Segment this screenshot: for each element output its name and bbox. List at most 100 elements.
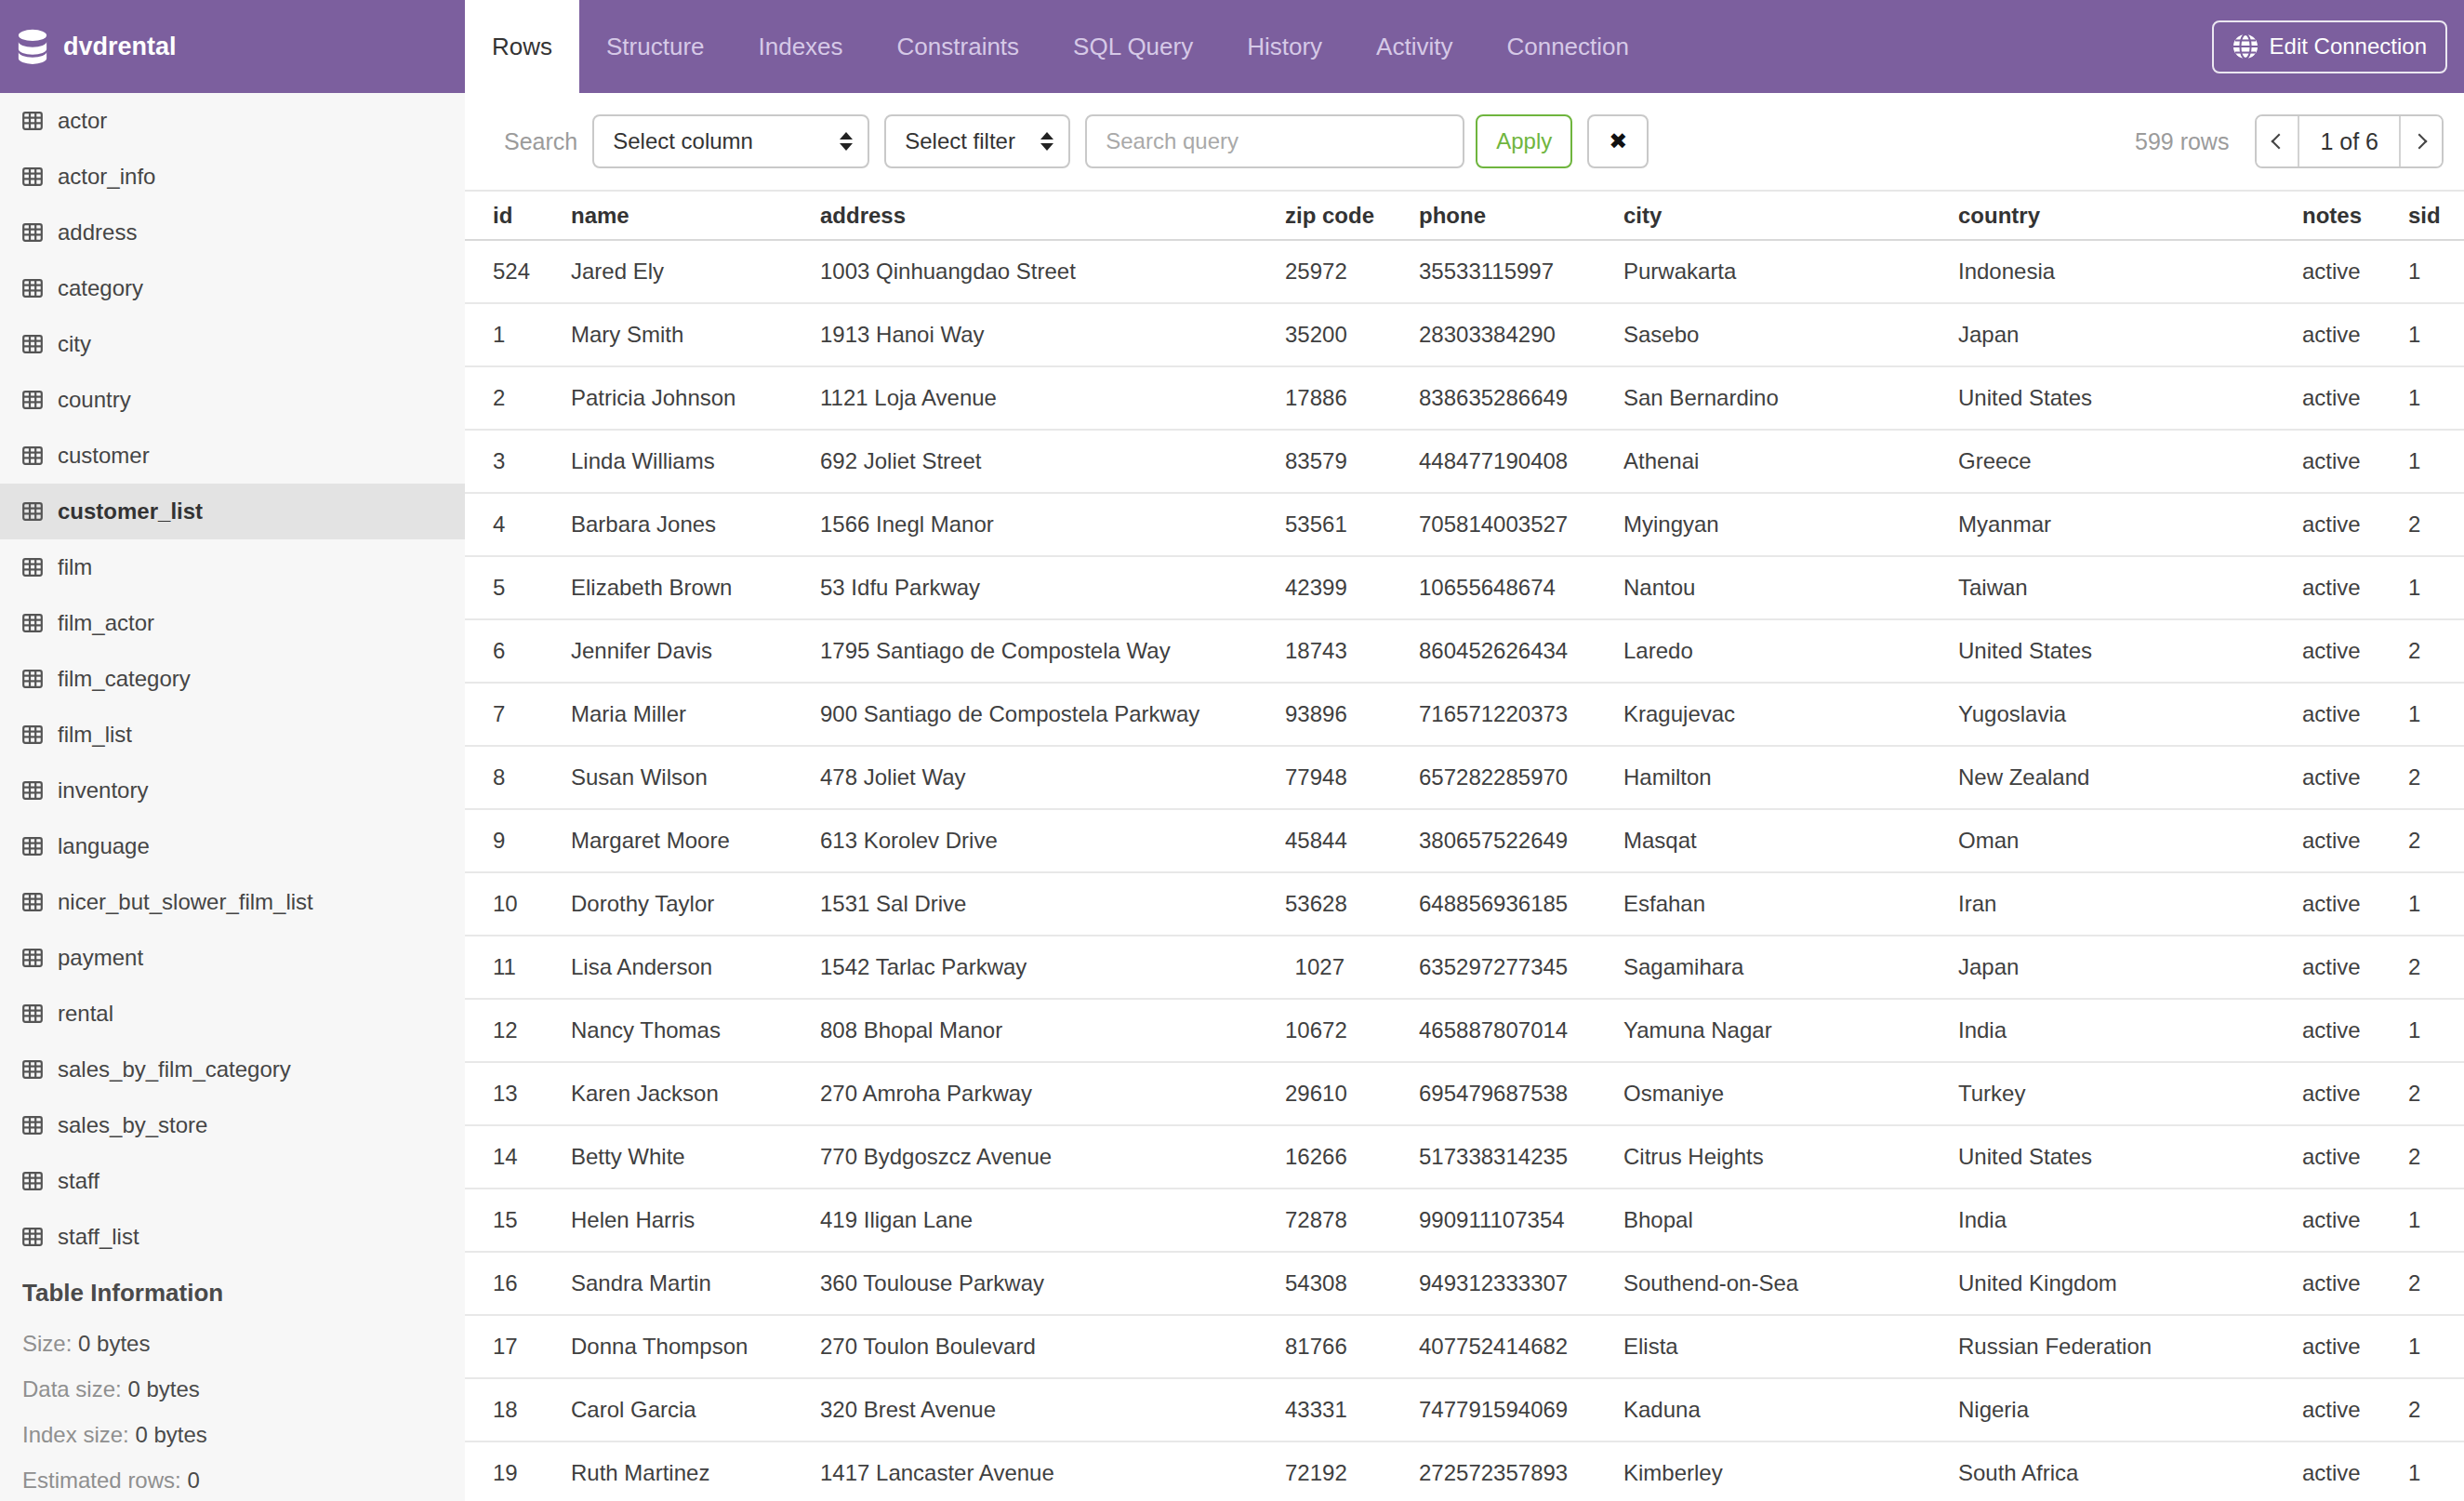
cell-zip-code: 16266: [1285, 1125, 1419, 1189]
sidebar-table-address[interactable]: address: [0, 205, 465, 260]
cell-country: Myanmar: [1958, 493, 2302, 556]
previous-page-button[interactable]: [2257, 116, 2298, 166]
cell-notes: active: [2302, 1378, 2408, 1441]
table-row[interactable]: 5Elizabeth Brown53 Idfu Parkway423991065…: [465, 556, 2464, 619]
table-row[interactable]: 1Mary Smith1913 Hanoi Way352002830338429…: [465, 303, 2464, 366]
cell-notes: active: [2302, 999, 2408, 1062]
sidebar-table-customer[interactable]: customer: [0, 428, 465, 484]
cell-name: Ruth Martinez: [571, 1441, 820, 1501]
sidebar-table-city[interactable]: city: [0, 316, 465, 372]
sidebar-table-film_actor[interactable]: film_actor: [0, 595, 465, 651]
cell-notes: active: [2302, 1062, 2408, 1125]
table-icon: [22, 837, 43, 856]
app-window: dvdrental RowsStructureIndexesConstraint…: [0, 0, 2464, 1501]
cell-id: 3: [465, 430, 571, 493]
table-row[interactable]: 524Jared Ely1003 Qinhuangdao Street25972…: [465, 240, 2464, 303]
table-row[interactable]: 7Maria Miller900 Santiago de Compostela …: [465, 683, 2464, 746]
sidebar-table-staff[interactable]: staff: [0, 1153, 465, 1209]
table-information-panel: Table Information Size: 0 bytesData size…: [0, 1274, 465, 1501]
cell-zip-code: 42399: [1285, 556, 1419, 619]
table-icon: [22, 1228, 43, 1246]
tab-bar: RowsStructureIndexesConstraintsSQL Query…: [465, 0, 1656, 93]
table-row[interactable]: 19Ruth Martinez1417 Lancaster Avenue7219…: [465, 1441, 2464, 1501]
tab-constraints[interactable]: Constraints: [870, 0, 1047, 93]
page-indicator: 1 of 6: [2298, 116, 2401, 166]
table-info-row: Size: 0 bytes: [22, 1321, 465, 1366]
cell-notes: active: [2302, 1315, 2408, 1378]
table-icon: [22, 558, 43, 577]
cell-name: Sandra Martin: [571, 1252, 820, 1315]
cell-country: United Kingdom: [1958, 1252, 2302, 1315]
cell-country: Japan: [1958, 303, 2302, 366]
cell-address: 1566 Inegl Manor: [820, 493, 1285, 556]
table-row[interactable]: 2Patricia Johnson1121 Loja Avenue1788683…: [465, 366, 2464, 430]
tab-sql-query[interactable]: SQL Query: [1046, 0, 1220, 93]
table-info-row: Data size: 0 bytes: [22, 1366, 465, 1412]
cell-address: 1795 Santiago de Compostela Way: [820, 619, 1285, 683]
cell-name: Barbara Jones: [571, 493, 820, 556]
sidebar-table-staff_list[interactable]: staff_list: [0, 1209, 465, 1265]
cell-notes: active: [2302, 746, 2408, 809]
tab-history[interactable]: History: [1220, 0, 1349, 93]
cell-id: 10: [465, 872, 571, 936]
tab-connection[interactable]: Connection: [1479, 0, 1656, 93]
cell-name: Jennifer Davis: [571, 619, 820, 683]
table-row[interactable]: 6Jennifer Davis1795 Santiago de Composte…: [465, 619, 2464, 683]
table-row[interactable]: 11Lisa Anderson1542 Tarlac Parkway102763…: [465, 936, 2464, 999]
cell-notes: active: [2302, 619, 2408, 683]
cell-id: 19: [465, 1441, 571, 1501]
clear-search-button[interactable]: ✖: [1587, 114, 1649, 168]
sidebar-table-nicer_but_slower_film_list[interactable]: nicer_but_slower_film_list: [0, 874, 465, 930]
sidebar-table-rental[interactable]: rental: [0, 986, 465, 1042]
sidebar-table-film_list[interactable]: film_list: [0, 707, 465, 763]
sidebar-table-sales_by_store[interactable]: sales_by_store: [0, 1097, 465, 1153]
table-row[interactable]: 15Helen Harris419 Iligan Lane72878990911…: [465, 1189, 2464, 1252]
tab-activity[interactable]: Activity: [1349, 0, 1479, 93]
cell-notes: active: [2302, 1125, 2408, 1189]
table-row[interactable]: 8Susan Wilson478 Joliet Way7794865728228…: [465, 746, 2464, 809]
table-row[interactable]: 16Sandra Martin360 Toulouse Parkway54308…: [465, 1252, 2464, 1315]
database-title: dvdrental: [63, 33, 177, 61]
apply-button[interactable]: Apply: [1476, 114, 1572, 168]
cell-sid: 1: [2408, 1315, 2464, 1378]
row-count: 599 rows: [2135, 128, 2229, 155]
cell-name: Elizabeth Brown: [571, 556, 820, 619]
sidebar-table-film_category[interactable]: film_category: [0, 651, 465, 707]
cell-notes: active: [2302, 366, 2408, 430]
data-table: idnameaddresszip codephonecitycountrynot…: [465, 192, 2464, 1501]
cell-city: Esfahan: [1623, 872, 1958, 936]
sidebar-table-payment[interactable]: payment: [0, 930, 465, 986]
table-row[interactable]: 9Margaret Moore613 Korolev Drive45844380…: [465, 809, 2464, 872]
tab-structure[interactable]: Structure: [579, 0, 732, 93]
table-row[interactable]: 10Dorothy Taylor1531 Sal Drive5362864885…: [465, 872, 2464, 936]
table-row[interactable]: 14Betty White770 Bydgoszcz Avenue1626651…: [465, 1125, 2464, 1189]
column-select[interactable]: Select column: [592, 114, 869, 168]
sidebar-table-sales_by_film_category[interactable]: sales_by_film_category: [0, 1042, 465, 1097]
edit-connection-button[interactable]: Edit Connection: [2212, 20, 2447, 73]
sidebar-table-country[interactable]: country: [0, 372, 465, 428]
table-row[interactable]: 18Carol Garcia320 Brest Avenue4333174779…: [465, 1378, 2464, 1441]
sidebar-table-actor[interactable]: actor: [0, 93, 465, 149]
next-page-button[interactable]: [2401, 116, 2442, 166]
table-row[interactable]: 13Karen Jackson270 Amroha Parkway2961069…: [465, 1062, 2464, 1125]
sidebar-table-customer_list[interactable]: customer_list: [0, 484, 465, 539]
pagination: 1 of 6: [2255, 114, 2444, 168]
top-header: dvdrental RowsStructureIndexesConstraint…: [0, 0, 2464, 93]
table-row[interactable]: 12Nancy Thomas808 Bhopal Manor1067246588…: [465, 999, 2464, 1062]
tab-indexes[interactable]: Indexes: [732, 0, 870, 93]
table-row[interactable]: 17Donna Thompson270 Toulon Boulevard8176…: [465, 1315, 2464, 1378]
table-row[interactable]: 3Linda Williams692 Joliet Street83579448…: [465, 430, 2464, 493]
cell-country: Russian Federation: [1958, 1315, 2302, 1378]
sidebar-table-category[interactable]: category: [0, 260, 465, 316]
sidebar-table-language[interactable]: language: [0, 818, 465, 874]
search-query-input[interactable]: [1085, 114, 1464, 168]
table-icon: [22, 446, 43, 465]
tab-rows[interactable]: Rows: [465, 0, 579, 93]
sidebar-table-inventory[interactable]: inventory: [0, 763, 465, 818]
sidebar-table-actor_info[interactable]: actor_info: [0, 149, 465, 205]
table-row[interactable]: 4Barbara Jones1566 Inegl Manor5356170581…: [465, 493, 2464, 556]
cell-city: Bhopal: [1623, 1189, 1958, 1252]
filter-select[interactable]: Select filter: [884, 114, 1070, 168]
sidebar-table-film[interactable]: film: [0, 539, 465, 595]
cell-id: 2: [465, 366, 571, 430]
